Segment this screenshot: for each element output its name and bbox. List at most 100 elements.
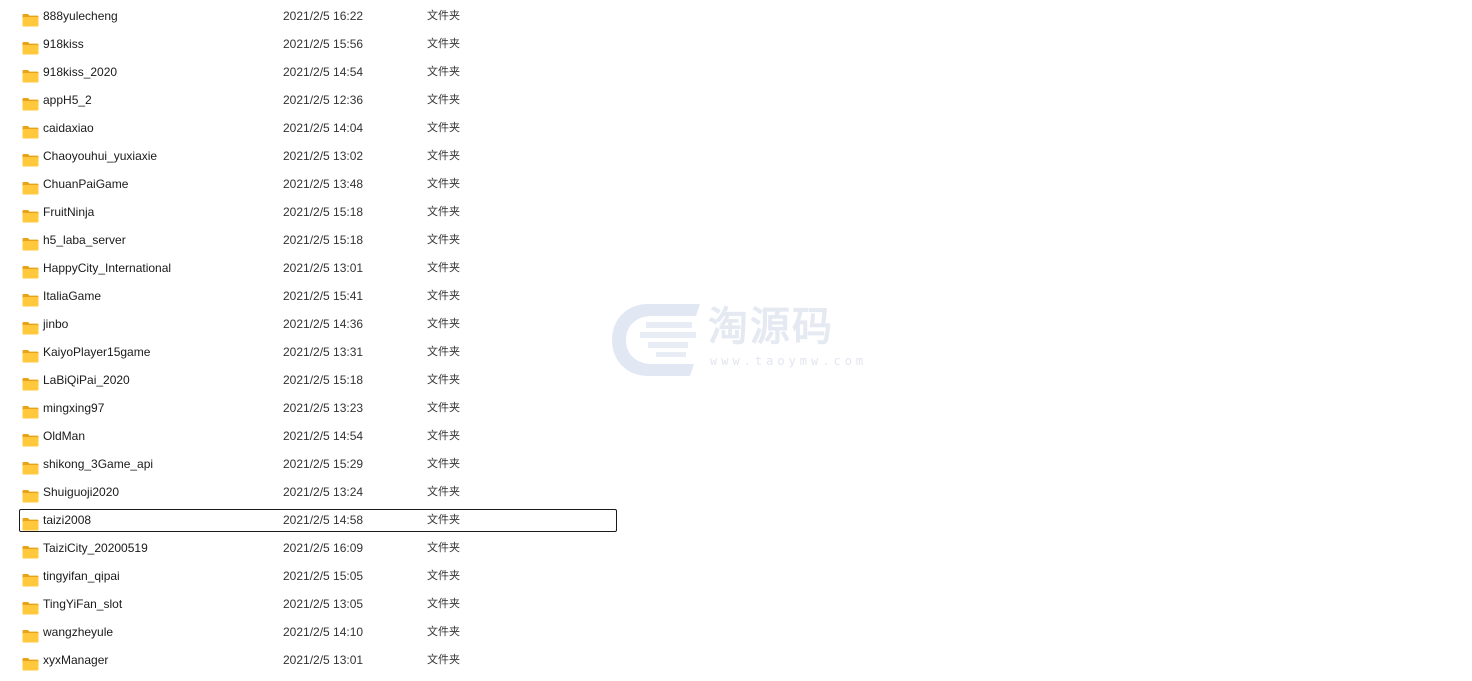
file-type: 文件夹 — [427, 177, 460, 190]
file-row[interactable]: caidaxiao 2021/2/5 14:04 文件夹 — [0, 114, 640, 142]
file-type: 文件夹 — [427, 513, 460, 526]
folder-icon — [22, 597, 39, 615]
folder-icon — [22, 373, 39, 391]
file-type: 文件夹 — [427, 9, 460, 22]
file-type: 文件夹 — [427, 597, 460, 610]
file-row[interactable]: LaBiQiPai_2020 2021/2/5 15:18 文件夹 — [0, 366, 640, 394]
folder-icon — [22, 569, 39, 587]
folder-icon — [22, 289, 39, 307]
file-date: 2021/2/5 13:05 — [283, 597, 364, 611]
file-type: 文件夹 — [427, 373, 460, 386]
file-date: 2021/2/5 16:09 — [283, 541, 364, 555]
file-row[interactable]: ChuanPaiGame 2021/2/5 13:48 文件夹 — [0, 170, 640, 198]
watermark: 淘源码 www.taoymw.com — [612, 302, 872, 382]
file-name: 918kiss_2020 — [43, 65, 118, 79]
folder-icon — [22, 261, 39, 279]
file-list: 888yulecheng 2021/2/5 16:22 文件夹 918kiss … — [0, 2, 640, 674]
file-type: 文件夹 — [427, 261, 460, 274]
file-type: 文件夹 — [427, 429, 460, 442]
file-date: 2021/2/5 15:29 — [283, 457, 364, 471]
file-row[interactable]: 888yulecheng 2021/2/5 16:22 文件夹 — [0, 2, 640, 30]
file-name: OldMan — [43, 429, 86, 443]
file-name: FruitNinja — [43, 205, 95, 219]
file-type: 文件夹 — [427, 457, 460, 470]
file-type: 文件夹 — [427, 401, 460, 414]
file-row[interactable]: appH5_2 2021/2/5 12:36 文件夹 — [0, 86, 640, 114]
file-date: 2021/2/5 13:31 — [283, 345, 364, 359]
file-row[interactable]: Chaoyouhui_yuxiaxie 2021/2/5 13:02 文件夹 — [0, 142, 640, 170]
file-row[interactable]: TingYiFan_slot 2021/2/5 13:05 文件夹 — [0, 590, 640, 618]
watermark-logo-icon — [612, 304, 700, 376]
file-row-focused[interactable]: taizi2008 2021/2/5 14:58 文件夹 — [0, 506, 640, 534]
file-row[interactable]: ItaliaGame 2021/2/5 15:41 文件夹 — [0, 282, 640, 310]
file-name: h5_laba_server — [43, 233, 126, 247]
file-row[interactable]: 918kiss 2021/2/5 15:56 文件夹 — [0, 30, 640, 58]
folder-icon — [22, 541, 39, 559]
file-date: 2021/2/5 15:18 — [283, 373, 364, 387]
folder-icon — [22, 513, 39, 531]
file-name: caidaxiao — [43, 121, 94, 135]
folder-icon — [22, 149, 39, 167]
file-name: xyxManager — [43, 653, 109, 667]
file-date: 2021/2/5 15:41 — [283, 289, 364, 303]
file-row[interactable]: tingyifan_qipai 2021/2/5 15:05 文件夹 — [0, 562, 640, 590]
file-type: 文件夹 — [427, 289, 460, 302]
file-row[interactable]: shikong_3Game_api 2021/2/5 15:29 文件夹 — [0, 450, 640, 478]
folder-icon — [22, 485, 39, 503]
file-name: shikong_3Game_api — [43, 457, 154, 471]
file-date: 2021/2/5 14:04 — [283, 121, 364, 135]
folder-icon — [22, 121, 39, 139]
folder-icon — [22, 317, 39, 335]
folder-icon — [22, 9, 39, 27]
file-row[interactable]: OldMan 2021/2/5 14:54 文件夹 — [0, 422, 640, 450]
file-type: 文件夹 — [427, 121, 460, 134]
file-name: LaBiQiPai_2020 — [43, 373, 130, 387]
file-date: 2021/2/5 13:01 — [283, 261, 364, 275]
file-date: 2021/2/5 15:18 — [283, 205, 364, 219]
file-date: 2021/2/5 12:36 — [283, 93, 364, 107]
file-row[interactable]: Shuiguoji2020 2021/2/5 13:24 文件夹 — [0, 478, 640, 506]
file-type: 文件夹 — [427, 625, 460, 638]
file-date: 2021/2/5 16:22 — [283, 9, 364, 23]
file-row[interactable]: 918kiss_2020 2021/2/5 14:54 文件夹 — [0, 58, 640, 86]
folder-icon — [22, 205, 39, 223]
file-row[interactable]: h5_laba_server 2021/2/5 15:18 文件夹 — [0, 226, 640, 254]
file-date: 2021/2/5 14:10 — [283, 625, 364, 639]
folder-icon — [22, 345, 39, 363]
file-name: KaiyoPlayer15game — [43, 345, 151, 359]
file-type: 文件夹 — [427, 485, 460, 498]
file-name: wangzheyule — [43, 625, 114, 639]
file-name: taizi2008 — [43, 513, 92, 527]
file-row[interactable]: jinbo 2021/2/5 14:36 文件夹 — [0, 310, 640, 338]
file-date: 2021/2/5 13:02 — [283, 149, 364, 163]
folder-icon — [22, 653, 39, 671]
file-type: 文件夹 — [427, 345, 460, 358]
file-row[interactable]: HappyCity_International 2021/2/5 13:01 文… — [0, 254, 640, 282]
file-type: 文件夹 — [427, 205, 460, 218]
file-name: TingYiFan_slot — [43, 597, 123, 611]
file-name: 918kiss — [43, 37, 84, 51]
file-row[interactable]: TaiziCity_20200519 2021/2/5 16:09 文件夹 — [0, 534, 640, 562]
file-row[interactable]: FruitNinja 2021/2/5 15:18 文件夹 — [0, 198, 640, 226]
file-type: 文件夹 — [427, 569, 460, 582]
file-date: 2021/2/5 14:54 — [283, 65, 364, 79]
file-date: 2021/2/5 14:54 — [283, 429, 364, 443]
file-row[interactable]: wangzheyule 2021/2/5 14:10 文件夹 — [0, 618, 640, 646]
file-row[interactable]: xyxManager 2021/2/5 13:01 文件夹 — [0, 646, 640, 674]
folder-icon — [22, 93, 39, 111]
folder-icon — [22, 429, 39, 447]
file-type: 文件夹 — [427, 541, 460, 554]
file-type: 文件夹 — [427, 37, 460, 50]
file-date: 2021/2/5 13:48 — [283, 177, 364, 191]
file-name: ChuanPaiGame — [43, 177, 129, 191]
file-date: 2021/2/5 13:01 — [283, 653, 364, 667]
file-row[interactable]: mingxing97 2021/2/5 13:23 文件夹 — [0, 394, 640, 422]
file-row[interactable]: KaiyoPlayer15game 2021/2/5 13:31 文件夹 — [0, 338, 640, 366]
folder-icon — [22, 457, 39, 475]
watermark-title: 淘源码 — [708, 304, 834, 350]
file-name: jinbo — [43, 317, 69, 331]
file-type: 文件夹 — [427, 149, 460, 162]
folder-icon — [22, 65, 39, 83]
folder-icon — [22, 625, 39, 643]
file-name: appH5_2 — [43, 93, 92, 107]
